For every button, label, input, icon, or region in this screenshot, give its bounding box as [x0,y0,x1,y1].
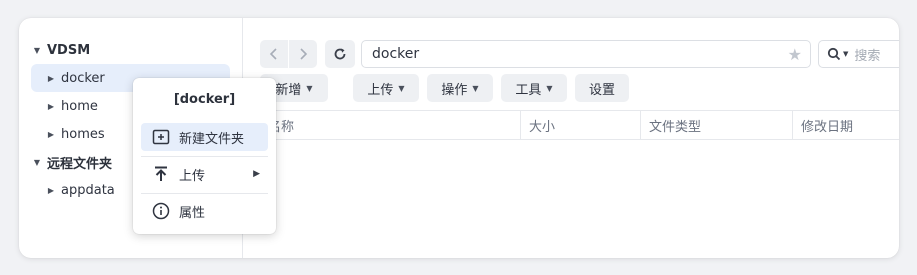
chevron-right-icon [300,48,308,60]
caret-right-icon[interactable]: ▶ [45,130,57,139]
star-icon[interactable]: ★ [788,45,802,64]
caret-down-icon: ▼ [546,83,553,93]
chevron-left-icon [269,48,277,60]
tree-item-label: homes [61,126,105,142]
caret-down-icon: ▼ [398,83,405,93]
upload-icon [151,164,171,184]
upload-button[interactable]: 上传 ▼ [353,74,419,102]
properties-menu-item[interactable]: 属性 [141,197,268,225]
upload-menu-item[interactable]: 上传 ▶ [141,160,268,188]
menu-divider [141,193,268,194]
search-icon[interactable]: ▼ [827,47,848,61]
path-input[interactable]: docker ★ [361,40,811,68]
tree-item-label: docker [61,70,105,86]
col-type[interactable]: 文件类型 [640,111,792,139]
caret-right-icon[interactable]: ▶ [45,186,57,195]
col-modified-label: 修改日期 [801,119,854,135]
submenu-arrow-icon: ▶ [253,169,260,179]
col-size-label: 大小 [529,119,556,135]
caret-right-icon[interactable]: ▶ [45,102,57,111]
tree-root-vdsm[interactable]: ▼ VDSM [19,36,242,64]
tools-button[interactable]: 工具 ▼ [501,74,567,102]
context-menu-title: [docker] [173,92,236,107]
add-button-label: 新增 [275,82,302,98]
forward-button[interactable] [289,40,317,68]
caret-right-icon[interactable]: ▶ [45,74,57,83]
tools-button-label: 工具 [515,82,542,98]
main-panel: docker ★ ▼ 搜索 新增 ▼ 上传 ▼ 操作 ▼ 工具 ▼ 设置 名称 大小 [243,18,899,258]
settings-button-label: 设置 [588,82,615,98]
tree-root-label: 远程文件夹 [47,156,113,172]
search-input[interactable]: ▼ 搜索 [818,40,899,68]
settings-button[interactable]: 设置 [575,74,629,102]
action-button-label: 操作 [441,82,468,98]
new-folder-menu-item[interactable]: 新建文件夹 [141,123,268,151]
upload-label: 上传 [179,168,206,184]
file-list-header: 名称 大小 文件类型 修改日期 [243,110,899,140]
path-value: docker [372,46,420,62]
tree-item-label: appdata [61,182,115,198]
col-modified[interactable]: 修改日期 [792,111,899,139]
caret-down-icon: ▼ [472,83,479,93]
action-button[interactable]: 操作 ▼ [427,74,493,102]
caret-down-icon: ▼ [306,83,313,93]
menu-divider [141,156,268,157]
info-icon [151,201,171,221]
refresh-icon [334,48,346,60]
caret-down-icon[interactable]: ▼ [31,46,43,55]
search-placeholder: 搜索 [854,48,881,64]
tree-item-label: home [61,98,98,114]
col-size[interactable]: 大小 [520,111,640,139]
caret-down-icon: ▼ [843,50,849,58]
caret-down-icon[interactable]: ▼ [31,158,43,167]
new-folder-label: 新建文件夹 [179,131,245,147]
new-folder-icon [151,127,171,147]
upload-button-label: 上传 [367,82,394,98]
back-button[interactable] [260,40,288,68]
col-type-label: 文件类型 [649,119,702,135]
refresh-button[interactable] [325,40,355,68]
col-name[interactable]: 名称 [260,111,520,139]
context-menu: [docker] 新建文件夹 上传 ▶ 属性 [133,78,276,234]
tree-root-label: VDSM [47,42,91,58]
properties-label: 属性 [179,205,206,221]
